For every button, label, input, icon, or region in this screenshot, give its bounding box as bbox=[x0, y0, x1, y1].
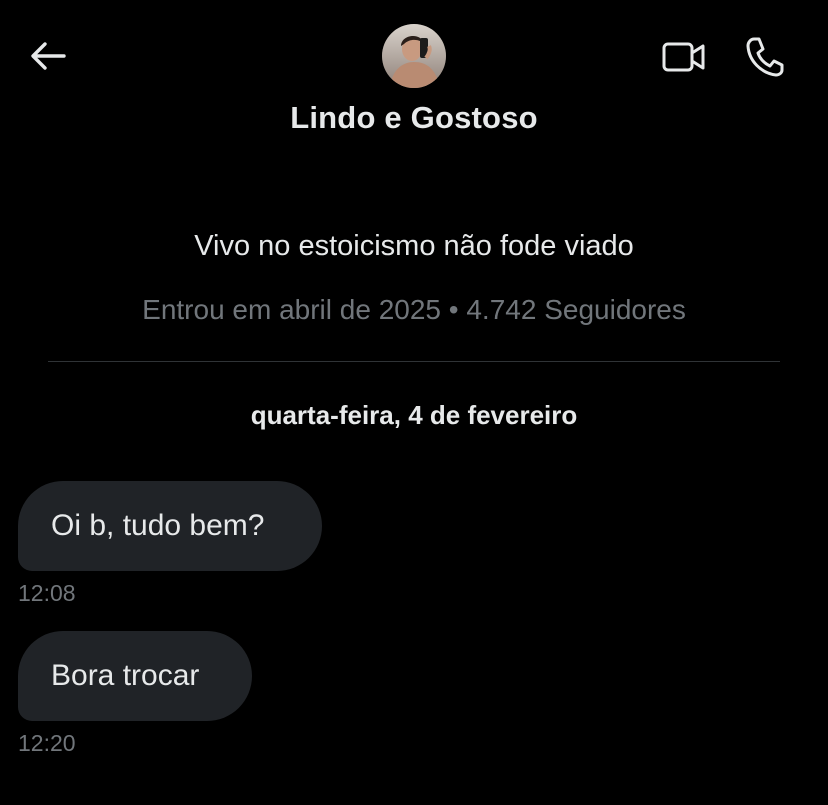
divider bbox=[48, 361, 780, 362]
date-separator: quarta-feira, 4 de fevereiro bbox=[250, 400, 578, 430]
message-bubble[interactable]: Bora trocar bbox=[18, 631, 252, 721]
profile-bio: Vivo no estoicismo não fode viado bbox=[194, 230, 634, 262]
back-button[interactable] bbox=[26, 36, 70, 76]
message-timestamp: 12:20 bbox=[18, 730, 76, 756]
video-camera-icon bbox=[662, 42, 705, 72]
message-timestamp: 12:08 bbox=[18, 580, 76, 606]
contact-name[interactable]: Lindo e Gostoso bbox=[0, 100, 828, 136]
back-arrow-icon bbox=[31, 42, 66, 70]
avatar-image bbox=[382, 24, 446, 88]
contact-avatar[interactable] bbox=[382, 24, 446, 88]
message-bubble[interactable]: Oi b, tudo bem? bbox=[18, 481, 322, 571]
profile-meta: Entrou em abril de 2025 • 4.742 Seguidor… bbox=[142, 294, 686, 325]
video-call-button[interactable] bbox=[660, 38, 708, 76]
voice-call-button[interactable] bbox=[740, 34, 788, 78]
phone-icon bbox=[746, 37, 784, 77]
conversation-header: Lindo e Gostoso bbox=[0, 0, 828, 150]
